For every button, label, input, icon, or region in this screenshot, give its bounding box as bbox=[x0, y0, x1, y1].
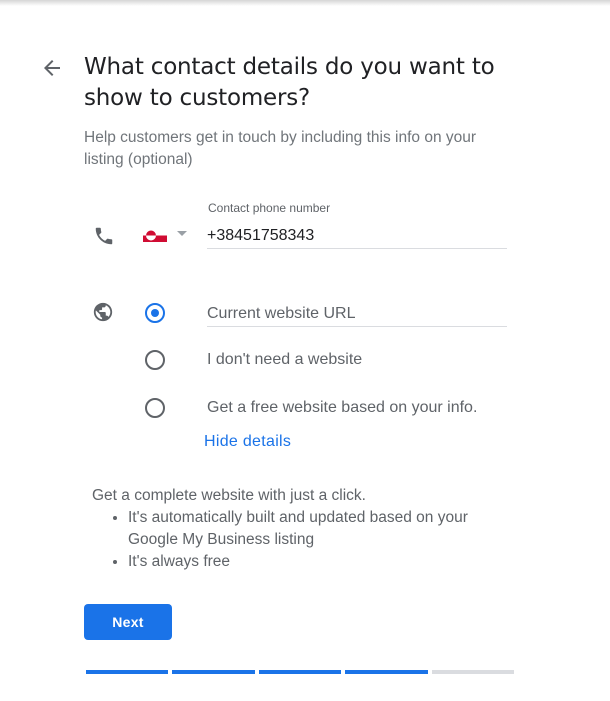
details-list: It's automatically built and updated bas… bbox=[92, 507, 512, 573]
hide-details-link[interactable]: Hide details bbox=[204, 433, 291, 451]
radio-current-website[interactable] bbox=[145, 303, 165, 323]
phone-number-input[interactable] bbox=[207, 224, 507, 249]
phone-icon bbox=[93, 225, 115, 247]
details-intro: Get a complete website with just a click… bbox=[92, 487, 366, 504]
progress-segment bbox=[345, 670, 428, 674]
page-subtitle: Help customers get in touch by including… bbox=[84, 129, 477, 168]
next-button[interactable]: Next bbox=[84, 604, 172, 640]
progress-segment bbox=[258, 670, 342, 674]
globe-icon bbox=[92, 301, 114, 323]
radio-free-website[interactable] bbox=[145, 398, 165, 418]
arrow-back-icon bbox=[44, 60, 60, 76]
top-shadow bbox=[0, 0, 610, 6]
page-title: What contact details do you want to show… bbox=[84, 54, 495, 111]
progress-segment bbox=[172, 670, 255, 674]
free-website-label[interactable]: Get a free website based on your info. bbox=[207, 399, 477, 417]
no-website-label[interactable]: I don't need a website bbox=[207, 351, 362, 369]
details-bullet: It's always free bbox=[128, 551, 512, 573]
progress-segment bbox=[86, 670, 169, 674]
radio-no-website[interactable] bbox=[145, 350, 165, 370]
chevron-down-icon[interactable] bbox=[177, 231, 187, 236]
free-website-details: Get a complete website with just a click… bbox=[92, 485, 512, 573]
back-button[interactable] bbox=[40, 56, 64, 80]
progress-bar bbox=[86, 670, 515, 674]
greenland-flag-icon bbox=[143, 229, 167, 242]
details-bullet: It's automatically built and updated bas… bbox=[128, 507, 512, 551]
website-url-input[interactable] bbox=[207, 302, 507, 327]
progress-segment bbox=[431, 670, 515, 674]
phone-field-label: Contact phone number bbox=[208, 201, 331, 215]
